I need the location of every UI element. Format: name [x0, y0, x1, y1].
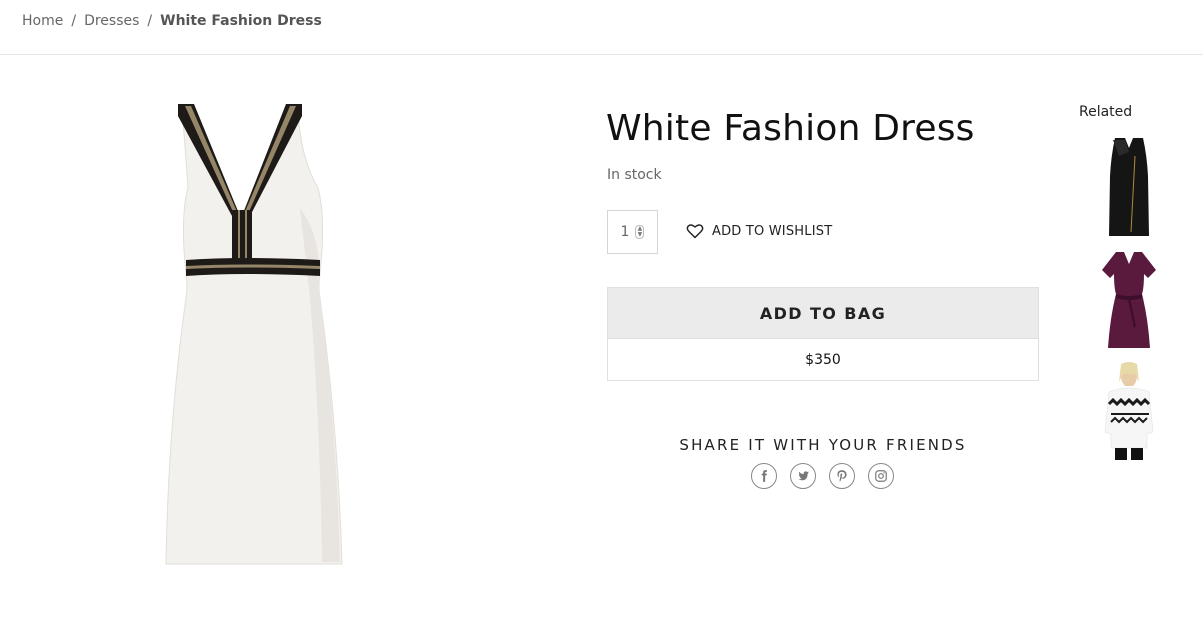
black-zip-dress-thumbnail [1109, 138, 1149, 236]
facebook-icon[interactable] [751, 463, 777, 489]
related-item-sweater[interactable] [1103, 362, 1155, 460]
quantity-stepper[interactable]: 1 ▲ ▼ [607, 210, 658, 254]
breadcrumb-dresses-link[interactable]: Dresses [84, 13, 139, 29]
add-to-bag-button[interactable]: ADD TO BAG [608, 288, 1038, 339]
instagram-icon[interactable] [868, 463, 894, 489]
breadcrumb-separator: / [147, 13, 153, 29]
product-title: White Fashion Dress [606, 108, 975, 149]
heart-icon [686, 224, 704, 239]
product-price: $350 [805, 352, 841, 368]
chevron-down-icon[interactable]: ▼ [638, 232, 643, 238]
quantity-value[interactable]: 1 [621, 224, 630, 240]
stock-status: In stock [607, 167, 662, 183]
wishlist-label: ADD TO WISHLIST [712, 223, 833, 239]
purple-wrap-dress-thumbnail [1102, 252, 1156, 348]
breadcrumb: Home / Dresses / White Fashion Dress [22, 13, 322, 29]
share-icons [751, 463, 907, 489]
header-divider [0, 54, 1203, 55]
breadcrumb-separator: / [71, 13, 77, 29]
add-to-wishlist-button[interactable]: ADD TO WISHLIST [686, 223, 832, 239]
product-main-image [150, 98, 360, 574]
share-title: SHARE IT WITH YOUR FRIENDS [679, 436, 967, 454]
breadcrumb-current: White Fashion Dress [160, 13, 322, 29]
related-item-black-dress[interactable] [1105, 136, 1153, 238]
breadcrumb-home-link[interactable]: Home [22, 13, 63, 29]
related-title: Related [1079, 104, 1133, 120]
patterned-sweater-thumbnail [1104, 362, 1154, 460]
related-item-purple-dress[interactable] [1100, 248, 1158, 350]
twitter-icon[interactable] [790, 463, 816, 489]
pinterest-icon[interactable] [829, 463, 855, 489]
add-to-bag-block: ADD TO BAG $350 [607, 287, 1039, 381]
quantity-spinner-icon[interactable]: ▲ ▼ [635, 225, 645, 239]
